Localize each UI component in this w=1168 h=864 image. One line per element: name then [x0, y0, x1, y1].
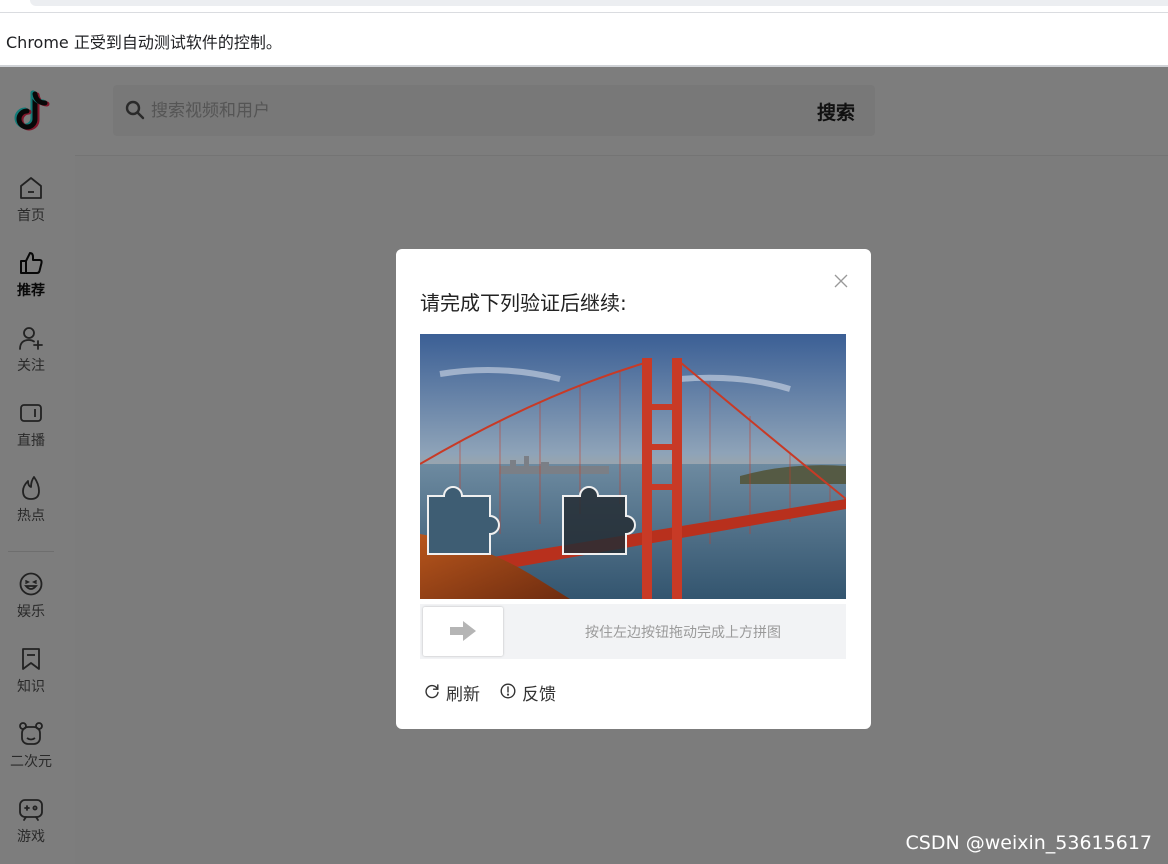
- slider-hint: 按住左边按钮拖动完成上方拼图: [585, 625, 781, 641]
- automation-infobar: Chrome 正受到自动测试软件的控制。: [0, 12, 1168, 67]
- feedback-button[interactable]: 反馈: [500, 679, 562, 705]
- captcha-slider-track: 按住左边按钮拖动完成上方拼图: [420, 604, 846, 659]
- captcha-puzzle-image: [420, 334, 846, 599]
- feedback-label: 反馈: [522, 685, 556, 705]
- arrow-right-icon: [450, 621, 476, 641]
- refresh-label: 刷新: [446, 685, 480, 705]
- close-icon[interactable]: [833, 273, 849, 289]
- captcha-slider-handle[interactable]: [423, 607, 503, 656]
- refresh-icon: [425, 684, 439, 699]
- automation-notice: Chrome 正受到自动测试软件的控制。: [6, 33, 282, 52]
- info-circle-icon: [500, 683, 516, 699]
- captcha-title: 请完成下列验证后继续:: [420, 291, 627, 315]
- csdn-watermark: CSDN @weixin_53615617: [905, 832, 1153, 854]
- browser-tab-strip: [0, 0, 1168, 12]
- captcha-dialog: 请完成下列验证后继续: 按住左边按钮拖动完成上方拼图 刷新 反馈: [396, 249, 871, 729]
- refresh-button[interactable]: 刷新: [424, 679, 486, 705]
